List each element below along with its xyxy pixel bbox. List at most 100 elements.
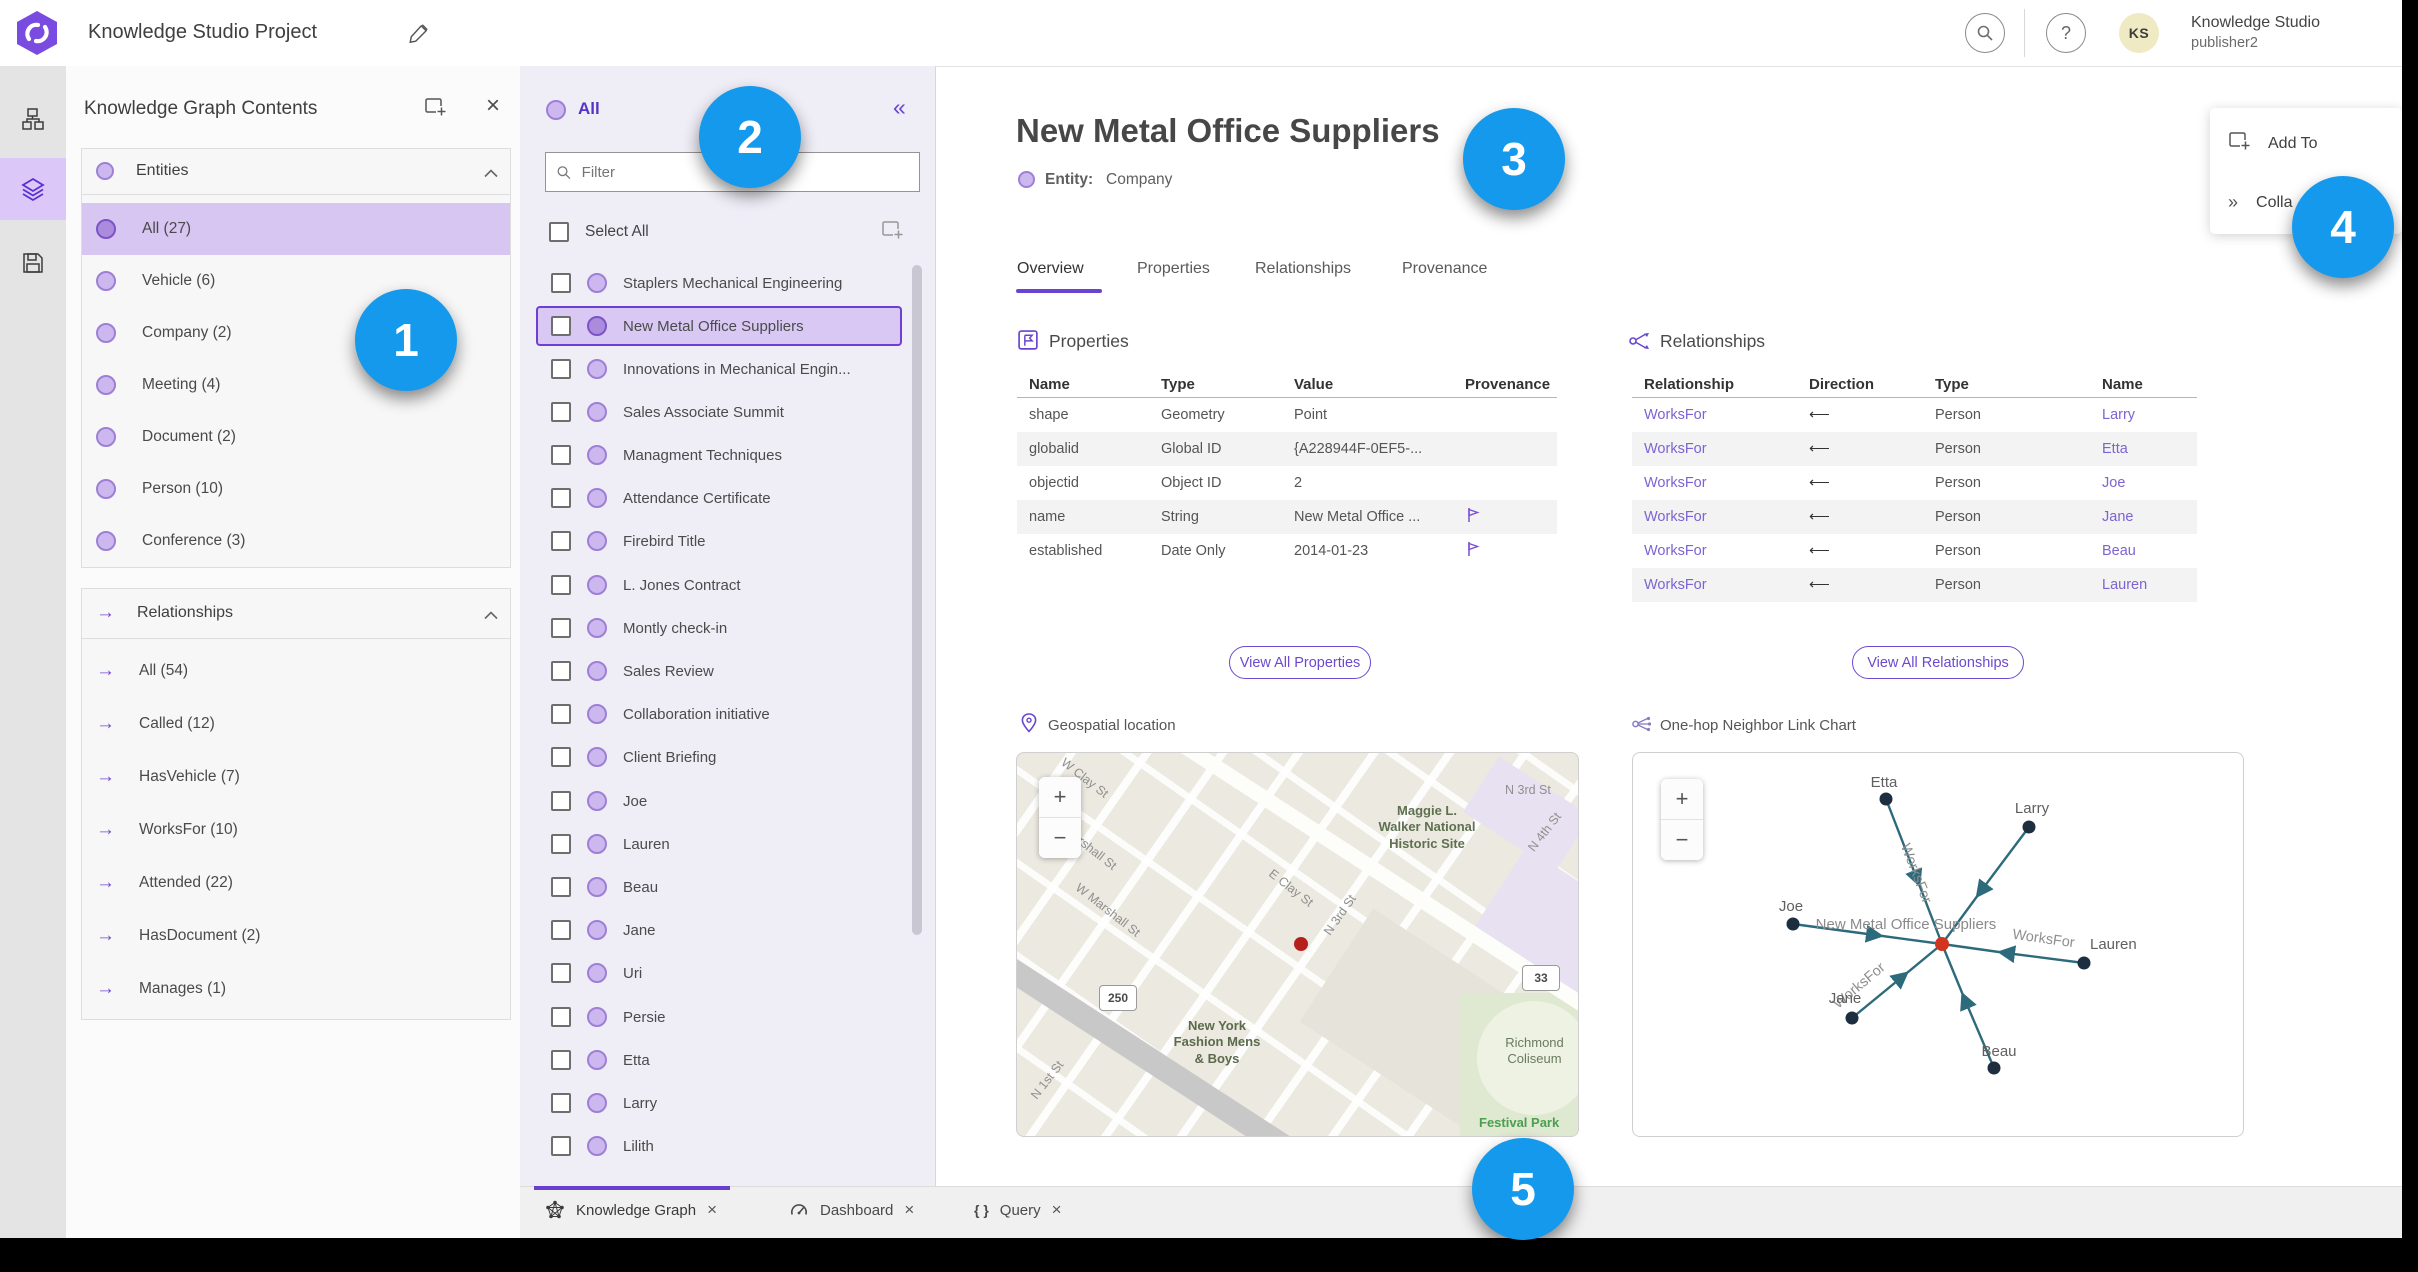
item-checkbox[interactable] [551, 747, 571, 767]
item-checkbox[interactable] [551, 618, 571, 638]
zoom-out-button[interactable]: − [1661, 819, 1703, 860]
collapse-list-panel-button[interactable]: « [893, 94, 906, 121]
relationship-type-row-worksfor[interactable]: → WorksFor (10) [82, 803, 510, 856]
zoom-in-button[interactable]: + [1661, 779, 1703, 819]
list-item-selected[interactable]: New Metal Office Suppliers [536, 306, 902, 346]
item-checkbox[interactable] [551, 316, 571, 336]
item-checkbox[interactable] [551, 359, 571, 379]
select-all-checkbox[interactable] [549, 222, 569, 242]
item-checkbox[interactable] [551, 1136, 571, 1156]
tab-query[interactable]: { } Query × [974, 1200, 1062, 1220]
add-selection-to-map-icon[interactable] [881, 219, 905, 246]
node-lauren[interactable] [2077, 956, 2091, 970]
relationship-link[interactable]: WorksFor [1644, 475, 1809, 491]
collapse-entities-chevron-up-icon[interactable] [484, 165, 498, 183]
entity-type-row-all[interactable]: All (27) [82, 203, 510, 255]
avatar[interactable]: KS [2119, 13, 2159, 53]
related-name-link[interactable]: Lauren [2102, 577, 2197, 593]
related-name-link[interactable]: Beau [2102, 543, 2197, 559]
collapse-relationships-chevron-up-icon[interactable] [484, 607, 498, 625]
item-checkbox[interactable] [551, 445, 571, 465]
close-panel-button[interactable]: × [486, 92, 500, 120]
zoom-in-button[interactable]: + [1039, 777, 1081, 817]
list-item[interactable]: Sales Review [536, 651, 902, 691]
close-tab-icon[interactable]: × [1052, 1200, 1062, 1220]
list-item[interactable]: Sales Associate Summit [536, 392, 902, 432]
node-center-company[interactable] [1935, 937, 1949, 951]
relationship-link[interactable]: WorksFor [1644, 441, 1809, 457]
relationship-link[interactable]: WorksFor [1644, 509, 1809, 525]
relationship-type-row-all[interactable]: → All (54) [82, 644, 510, 697]
list-item[interactable]: Beau [536, 867, 902, 907]
list-item[interactable]: Etta [536, 1040, 902, 1080]
item-checkbox[interactable] [551, 1007, 571, 1027]
list-item[interactable]: Lauren [536, 824, 902, 864]
node-joe[interactable] [1786, 917, 1800, 931]
item-checkbox[interactable] [551, 273, 571, 293]
view-all-relationships-button[interactable]: View All Relationships [1852, 646, 2024, 679]
related-name-link[interactable]: Larry [2102, 407, 2197, 423]
entity-type-row-conference[interactable]: Conference (3) [82, 515, 510, 567]
tab-dashboard[interactable]: Dashboard × [789, 1200, 914, 1220]
relationship-type-row-manages[interactable]: → Manages (1) [82, 962, 510, 1015]
add-to-button[interactable]: Add To [2228, 130, 2318, 157]
relationship-type-row-attended[interactable]: → Attended (22) [82, 856, 510, 909]
list-item[interactable]: Innovations in Mechanical Engin... [536, 349, 902, 389]
related-name-link[interactable]: Jane [2102, 509, 2197, 525]
node-etta[interactable] [1879, 792, 1893, 806]
item-checkbox[interactable] [551, 834, 571, 854]
help-button[interactable]: ? [2046, 13, 2086, 53]
provenance-flag-icon[interactable] [1465, 506, 1557, 528]
node-jane[interactable] [1845, 1011, 1859, 1025]
list-item[interactable]: Jane [536, 910, 902, 950]
related-name-link[interactable]: Etta [2102, 441, 2197, 457]
list-item[interactable]: Larry [536, 1083, 902, 1123]
item-checkbox[interactable] [551, 877, 571, 897]
node-beau[interactable] [1987, 1061, 2001, 1075]
list-item[interactable]: Collaboration initiative [536, 694, 902, 734]
entity-type-row-person[interactable]: Person (10) [82, 463, 510, 515]
collapse-panel-button[interactable]: » Colla [2228, 192, 2292, 213]
relationship-type-row-called[interactable]: → Called (12) [82, 697, 510, 750]
tab-knowledge-graph[interactable]: Knowledge Graph × [545, 1200, 717, 1220]
close-tab-icon[interactable]: × [904, 1200, 914, 1220]
relationships-section-header[interactable]: → Relationships [82, 592, 510, 634]
search-button[interactable] [1965, 13, 2005, 53]
relationship-link[interactable]: WorksFor [1644, 407, 1809, 423]
list-scrollbar[interactable] [912, 265, 922, 935]
save-rail-button[interactable] [0, 232, 66, 294]
item-checkbox[interactable] [551, 963, 571, 983]
node-larry[interactable] [2022, 820, 2036, 834]
item-checkbox[interactable] [551, 1093, 571, 1113]
list-item[interactable]: Staplers Mechanical Engineering [536, 263, 902, 303]
list-item[interactable]: Attendance Certificate [536, 478, 902, 518]
entities-section-header[interactable]: Entities [82, 150, 510, 192]
tab-relationships[interactable]: Relationships [1255, 260, 1351, 278]
relationship-type-row-hasdocument[interactable]: → HasDocument (2) [82, 909, 510, 962]
close-tab-icon[interactable]: × [707, 1200, 717, 1220]
list-item[interactable]: Client Briefing [536, 737, 902, 777]
relationship-link[interactable]: WorksFor [1644, 577, 1809, 593]
link-chart-canvas[interactable]: WorksFor WorksFor WorksFor Etta Larry Jo… [1632, 752, 2244, 1137]
edit-title-pencil-icon[interactable] [408, 22, 430, 49]
item-checkbox[interactable] [551, 920, 571, 940]
list-item[interactable]: L. Jones Contract [536, 565, 902, 605]
item-checkbox[interactable] [551, 531, 571, 551]
entity-type-row-vehicle[interactable]: Vehicle (6) [82, 255, 510, 307]
expand-rail-button[interactable]: » [0, 1211, 66, 1238]
zoom-out-button[interactable]: − [1039, 817, 1081, 858]
list-item[interactable]: Lilith [536, 1126, 902, 1166]
contents-rail-button[interactable] [0, 158, 66, 220]
tab-overview[interactable]: Overview [1017, 260, 1084, 278]
item-checkbox[interactable] [551, 575, 571, 595]
relationship-link[interactable]: WorksFor [1644, 543, 1809, 559]
tab-properties[interactable]: Properties [1137, 260, 1210, 278]
list-item[interactable]: Persie [536, 997, 902, 1037]
list-item[interactable]: Managment Techniques [536, 435, 902, 475]
list-item[interactable]: Montly check-in [536, 608, 902, 648]
list-item[interactable]: Uri [536, 953, 902, 993]
item-checkbox[interactable] [551, 661, 571, 681]
new-map-icon[interactable] [424, 96, 448, 123]
list-item[interactable]: Joe [536, 781, 902, 821]
relationship-type-row-hasvehicle[interactable]: → HasVehicle (7) [82, 750, 510, 803]
